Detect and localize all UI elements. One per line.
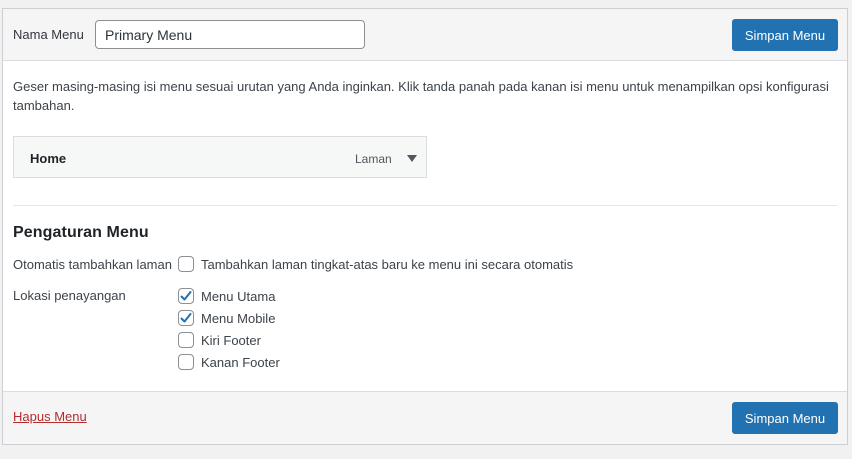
display-location-label: Lokasi penayangan (13, 288, 126, 303)
location-option-kiri-footer[interactable]: Kiri Footer (178, 332, 261, 348)
menu-edit-panel: Nama Menu Simpan Menu Geser masing-masin… (2, 8, 848, 445)
triangle-down-icon[interactable] (403, 149, 421, 167)
save-menu-button-bottom[interactable]: Simpan Menu (732, 402, 838, 434)
location-option-label: Kanan Footer (201, 354, 280, 370)
location-checkbox[interactable] (178, 354, 194, 370)
location-option-kanan-footer[interactable]: Kanan Footer (178, 354, 280, 370)
menu-name-input[interactable] (95, 20, 365, 49)
location-option-label: Kiri Footer (201, 332, 261, 348)
location-checkbox[interactable] (178, 288, 194, 304)
checkmark-icon (180, 313, 192, 323)
menu-instructions: Geser masing-masing isi menu sesuai urut… (13, 79, 829, 113)
location-option-menu-mobile[interactable]: Menu Mobile (178, 310, 275, 326)
delete-menu-link[interactable]: Hapus Menu (13, 409, 87, 424)
location-option-label: Menu Mobile (201, 310, 276, 326)
save-menu-button-top[interactable]: Simpan Menu (732, 19, 838, 51)
auto-add-checkbox[interactable] (178, 256, 194, 272)
location-option-menu-utama[interactable]: Menu Utama (178, 288, 275, 304)
section-divider (13, 205, 837, 206)
menu-name-label: Nama Menu (13, 27, 84, 42)
menu-item-type: Laman (355, 152, 392, 166)
menu-item-title: Home (30, 151, 67, 166)
menu-header: Nama Menu Simpan Menu (3, 9, 847, 61)
auto-add-option[interactable]: Tambahkan laman tingkat-atas baru ke men… (178, 256, 573, 272)
location-checkbox[interactable] (178, 310, 194, 326)
location-option-label: Menu Utama (201, 288, 276, 304)
menu-settings-title: Pengaturan Menu (13, 224, 149, 241)
checkmark-icon (180, 291, 192, 301)
menu-footer (3, 391, 847, 444)
location-checkbox[interactable] (178, 332, 194, 348)
auto-add-label: Otomatis tambahkan laman (13, 257, 172, 272)
auto-add-option-label: Tambahkan laman tingkat-atas baru ke men… (201, 256, 574, 272)
menu-item-home[interactable]: Home Laman (13, 136, 427, 178)
